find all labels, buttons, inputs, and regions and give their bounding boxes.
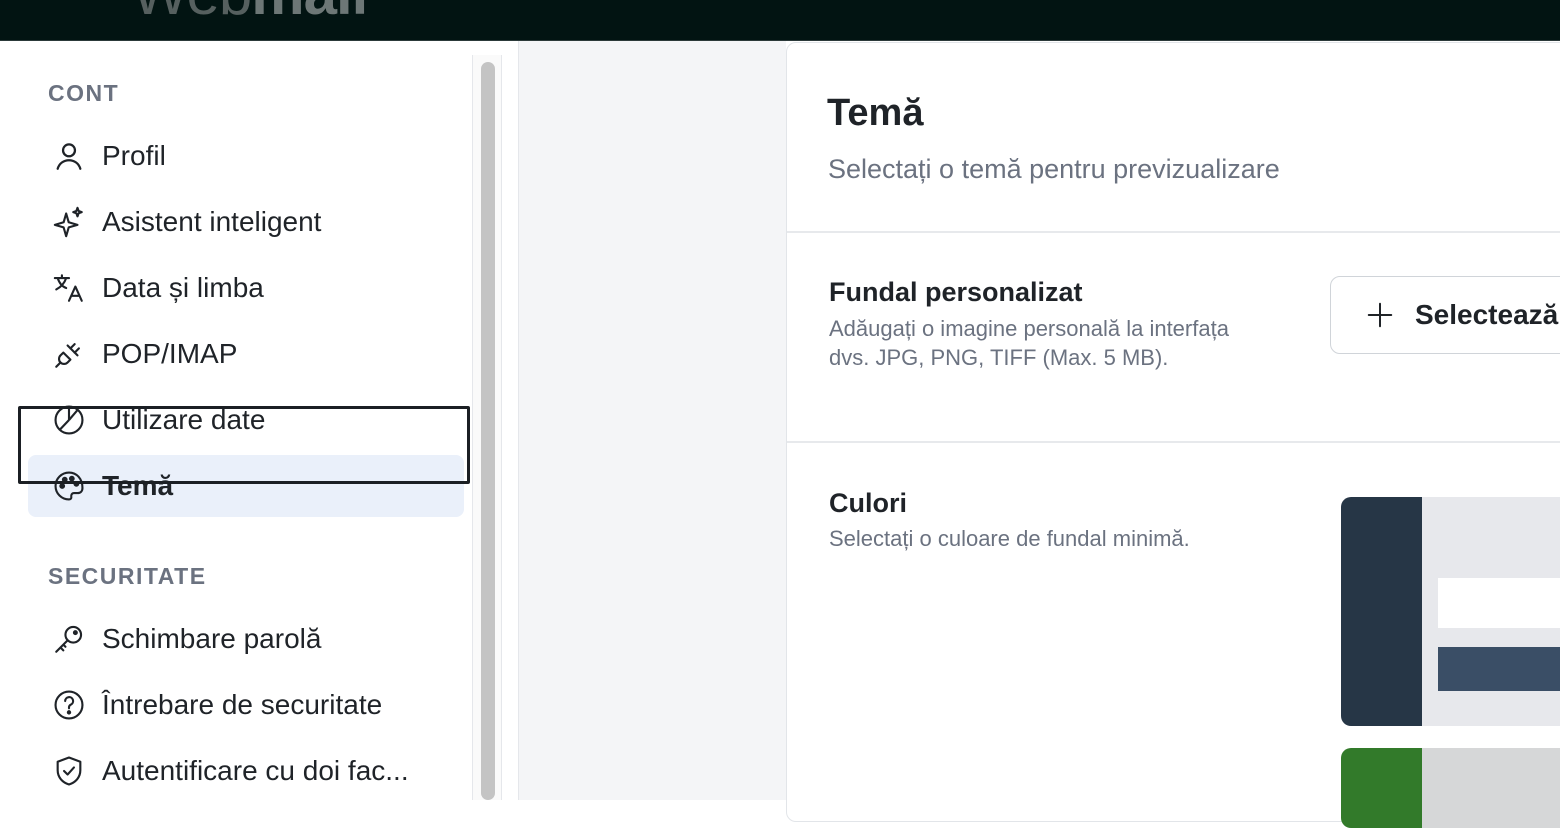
select-image-button-label: Selectează [1415, 299, 1559, 330]
question-circle-icon [52, 688, 86, 722]
sidebar-item-label: Data și limba [102, 272, 264, 303]
sidebar-item-label: Profil [102, 140, 166, 171]
plus-icon [1365, 300, 1395, 330]
user-icon [52, 139, 86, 173]
sidebar-scrollbar-thumb[interactable] [481, 62, 495, 800]
colors-description: Selectați o culoare de fundal minimă. [829, 526, 1190, 551]
sidebar-item-label: Utilizare date [102, 404, 266, 435]
sidebar-item-tema[interactable]: Temă [28, 455, 464, 517]
plug-icon [52, 337, 86, 371]
sidebar-item-intrebare-securitate[interactable]: Întrebare de securitate [28, 674, 464, 736]
colors-title: Culori [829, 488, 907, 518]
sidebar-item-data-si-limba[interactable]: Data și limba [28, 257, 464, 319]
palette-icon [52, 469, 86, 503]
sidebar-item-label: Autentificare cu doi fac... [102, 755, 409, 786]
section-title-cont: CONT [48, 80, 120, 106]
page-title: Temă [827, 92, 924, 134]
sidebar-item-label: Temă [102, 470, 174, 501]
pie-chart-icon [52, 403, 86, 437]
section-title-securitate: SECURITATE [48, 563, 207, 589]
divider [787, 231, 1560, 233]
sidebar-item-autentificare-doi-factori[interactable]: Autentificare cu doi fac... [28, 740, 464, 802]
theme-preview-content-bar [1438, 578, 1560, 628]
app-logo[interactable]: Webmail [132, 0, 368, 24]
translate-icon [52, 271, 86, 305]
sparkles-icon [52, 205, 86, 239]
select-image-button[interactable]: Selectează [1330, 276, 1560, 354]
custom-background-title: Fundal personalizat [829, 277, 1083, 307]
theme-preview-sidebar [1341, 497, 1422, 726]
content-gutter [518, 41, 786, 800]
divider [787, 441, 1560, 443]
custom-background-description: Adăugați o imagine personală la interfaț… [829, 316, 1229, 370]
key-icon [52, 622, 86, 656]
shield-check-icon [52, 754, 86, 788]
page-subtitle: Selectați o temă pentru previzualizare [828, 154, 1280, 184]
theme-option-dark-blue[interactable] [1341, 497, 1560, 726]
sidebar-item-label: Întrebare de securitate [102, 689, 383, 720]
sidebar-item-label: POP/IMAP [102, 338, 238, 369]
sidebar-item-label: Schimbare parolă [102, 623, 322, 654]
theme-option-green[interactable] [1341, 748, 1560, 828]
theme-preview-accent-bar [1438, 647, 1560, 691]
sidebar-item-pop-imap[interactable]: POP/IMAP [28, 323, 464, 385]
top-bar: Webmail [0, 0, 1560, 41]
sidebar-item-asistent-inteligent[interactable]: Asistent inteligent [28, 191, 464, 253]
sidebar-item-label: Asistent inteligent [102, 206, 322, 237]
theme-preview-sidebar [1341, 748, 1422, 828]
theme-preview-main [1422, 748, 1560, 828]
sidebar-item-utilizare-date[interactable]: Utilizare date [28, 389, 464, 451]
sidebar-item-schimbare-parola[interactable]: Schimbare parolă [28, 608, 464, 670]
sidebar-item-profil[interactable]: Profil [28, 125, 464, 187]
